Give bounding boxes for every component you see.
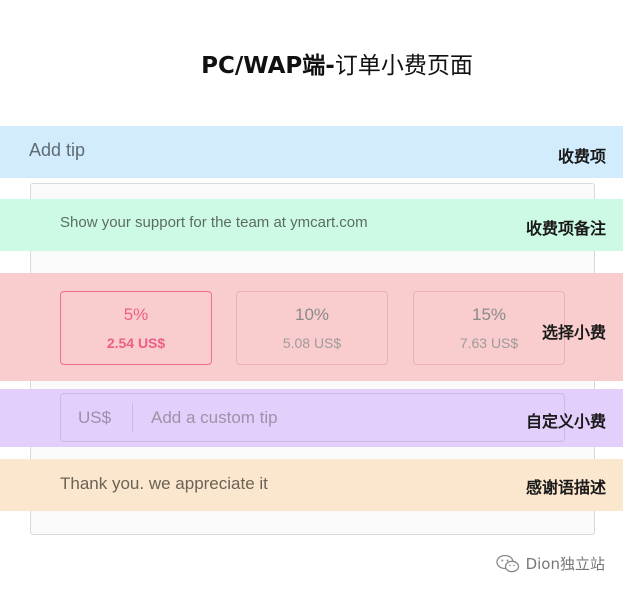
custom-tip-input[interactable] — [151, 407, 531, 428]
tip-option-amount: 5.08 US$ — [282, 335, 342, 351]
tip-option-percent: 5% — [123, 305, 149, 324]
annotation-select-tip: 选择小费 — [541, 323, 606, 342]
tip-option-5-percent[interactable]: 5% 2.54 US$ — [60, 291, 212, 365]
watermark: Dion独立站 — [495, 553, 605, 574]
wechat-icon — [495, 554, 519, 572]
page-title-rest: 订单小费页面 — [334, 53, 473, 79]
annotation-custom-tip: 自定义小费 — [525, 412, 606, 431]
page-title: PC/WAP端-订单小费页面 — [0, 46, 623, 80]
tip-option-10-percent[interactable]: 10% 5.08 US$ — [236, 291, 388, 365]
currency-prefix: US$ — [61, 403, 133, 432]
page-title-bold: PC/WAP端- — [201, 53, 335, 79]
custom-tip-field: US$ — [60, 393, 565, 442]
annotation-tip-item: 收费项 — [557, 147, 606, 166]
annotation-thanks: 感谢语描述 — [525, 478, 606, 497]
add-tip-label: Add tip — [29, 140, 86, 160]
support-text: Show your support for the team at ymcart… — [60, 214, 368, 231]
watermark-text: Dion独立站 — [525, 555, 605, 573]
tip-option-percent: 10% — [294, 305, 330, 324]
annotation-tip-note: 收费项备注 — [525, 219, 606, 238]
tip-section-band — [0, 126, 623, 178]
tip-option-amount: 2.54 US$ — [106, 335, 166, 351]
thanks-message: Thank you. we appreciate it — [60, 474, 268, 493]
